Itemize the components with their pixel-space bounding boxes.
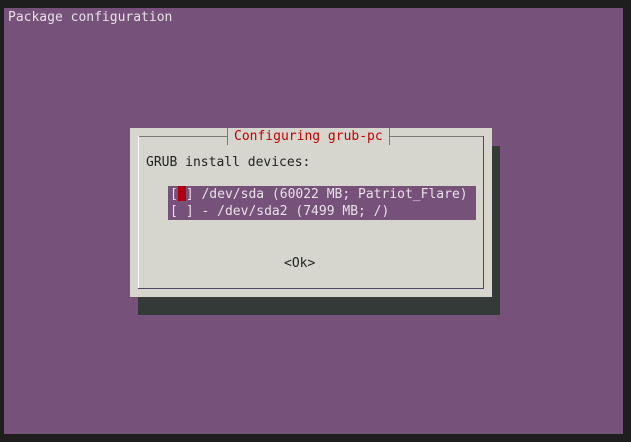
dialog-frame-right [483, 136, 484, 289]
dialog-frame-bottom [138, 288, 484, 289]
device-option-sda[interactable]: [] /dev/sda (60022 MB; Patriot_Flare) [168, 186, 476, 203]
ok-button[interactable]: <Ok> [284, 255, 315, 272]
checkbox-empty [178, 203, 186, 218]
device-option-sda2[interactable]: [] - /dev/sda2 (7499 MB; /) [168, 203, 476, 220]
device-option-label: /dev/sda (60022 MB; Patriot_Flare) [201, 187, 468, 202]
dialog-prompt: GRUB install devices: [146, 155, 311, 170]
device-option-label: - /dev/sda2 (7499 MB; /) [201, 204, 390, 219]
dialog-title: Configuring grub-pc [227, 128, 390, 145]
backtitle: Package configuration [8, 10, 173, 25]
configure-dialog: Configuring grub-pc GRUB install devices… [130, 128, 492, 297]
debconf-screen: Package configuration Configuring grub-p… [4, 8, 623, 434]
checkbox-cursor [177, 186, 186, 201]
device-checklist: [] /dev/sda (60022 MB; Patriot_Flare) []… [168, 186, 476, 220]
dialog-frame-left [138, 136, 139, 289]
terminal-window: Package configuration Configuring grub-p… [0, 0, 631, 442]
checkbox[interactable]: [] [170, 203, 194, 220]
checkbox[interactable]: [] [170, 186, 194, 203]
